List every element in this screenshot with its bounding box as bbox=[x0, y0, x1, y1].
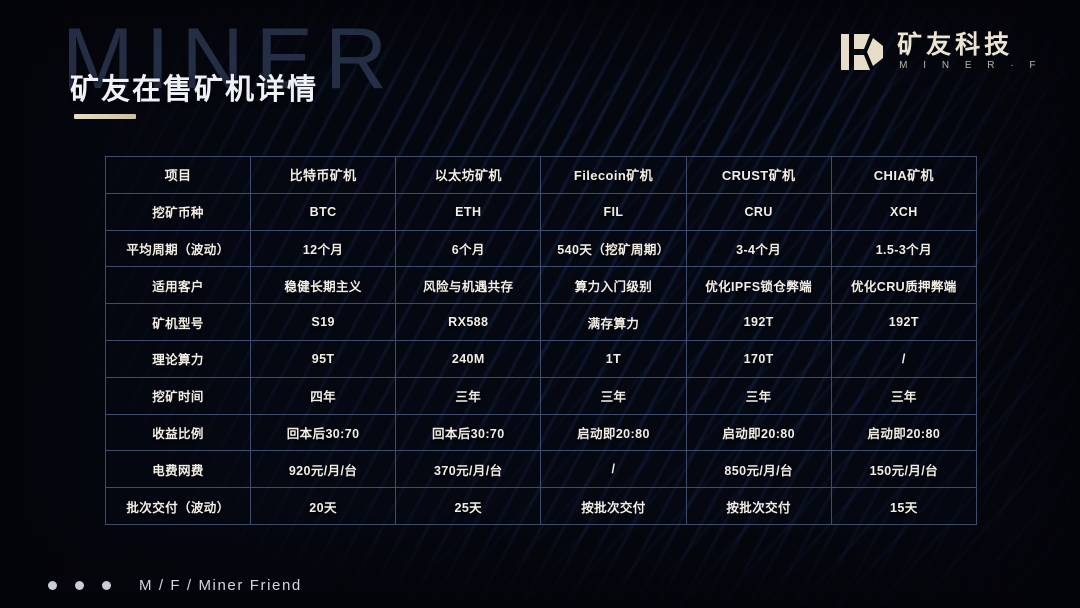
table-cell: 稳健长期主义 bbox=[249, 266, 397, 305]
row-label: 收益比例 bbox=[105, 413, 251, 452]
table-cell: RX588 bbox=[395, 303, 542, 341]
table-row: 理论算力 95T 240M 1T 170T / bbox=[105, 339, 977, 378]
column-header: 以太坊矿机 bbox=[395, 156, 542, 194]
brand-text-block: 矿友科技 M I N E R · F bbox=[897, 33, 1042, 71]
table-cell: 240M bbox=[395, 339, 542, 378]
row-label: 适用客户 bbox=[105, 266, 251, 305]
brand-name-cn: 矿友科技 bbox=[897, 31, 1014, 59]
column-header: 项目 bbox=[105, 156, 251, 194]
table-cell: 25天 bbox=[395, 487, 542, 525]
table-cell: 1.5-3个月 bbox=[830, 229, 977, 268]
table-cell: 回本后30:70 bbox=[395, 413, 542, 452]
table-cell: 540天（挖矿周期） bbox=[540, 229, 687, 268]
table-cell: 风险与机遇共存 bbox=[395, 266, 542, 305]
column-header: Filecoin矿机 bbox=[540, 156, 687, 194]
table-cell: 启动即20:80 bbox=[830, 413, 977, 452]
table-cell: 按批次交付 bbox=[685, 487, 832, 525]
table-cell: 四年 bbox=[249, 376, 397, 415]
row-label: 批次交付（波动） bbox=[105, 487, 251, 525]
row-label: 电费网费 bbox=[105, 450, 251, 489]
table-cell: S19 bbox=[249, 303, 397, 341]
table-cell: 算力入门级别 bbox=[540, 266, 687, 305]
brand-logo: 矿友科技 M I N E R · F bbox=[840, 28, 1042, 76]
table-cell: CRU bbox=[685, 192, 832, 231]
column-header: 比特币矿机 bbox=[249, 156, 397, 194]
table-cell: ETH bbox=[395, 192, 542, 231]
row-label: 理论算力 bbox=[105, 339, 251, 378]
table-row: 挖矿币种 BTC ETH FIL CRU XCH bbox=[105, 192, 977, 231]
table-cell: 启动即20:80 bbox=[685, 413, 832, 452]
table-row: 收益比例 回本后30:70 回本后30:70 启动即20:80 启动即20:80 启动即2… bbox=[105, 413, 977, 452]
table-row: 电费网费 920元/月/台 370元/月/台/850元/月/台 150元/月/台 bbox=[105, 450, 977, 489]
table-cell: 三年 bbox=[685, 376, 832, 415]
table-cell: 15天 bbox=[830, 487, 977, 525]
table-cell: 20天 bbox=[249, 487, 397, 525]
row-label: 平均周期（波动） bbox=[105, 229, 251, 268]
column-header: CHIA矿机 bbox=[830, 156, 977, 194]
table-cell: 三年 bbox=[830, 376, 977, 415]
table-header-row: 项目 比特币矿机 以太坊矿机 Filecoin矿机 CRUST矿机 CHIA矿机 bbox=[105, 156, 977, 194]
table-cell: 192T bbox=[685, 303, 832, 341]
table-cell: 12个月 bbox=[249, 229, 397, 268]
table-cell: 满存算力 bbox=[540, 303, 687, 341]
table-cell: 192T bbox=[830, 303, 977, 341]
title-underline-rule bbox=[74, 114, 136, 119]
table-cell: / bbox=[540, 450, 687, 489]
table-row: 适用客户 稳健长期主义 风险与机遇共存 算力入门级别 优化IPFS锁仓弊端 优化CRU质押… bbox=[105, 266, 977, 305]
table-row: 矿机型号 S19 RX588 满存算力 192T 192T bbox=[105, 303, 977, 341]
footer-label: M / F / Miner Friend bbox=[139, 577, 302, 594]
row-label: 矿机型号 bbox=[105, 303, 251, 341]
row-label: 挖矿时间 bbox=[105, 376, 251, 415]
page-title: 矿友在售矿机详情 bbox=[70, 74, 319, 106]
table-cell: / bbox=[830, 339, 977, 378]
table-row: 挖矿时间 四年 三年 三年 三年 三年 bbox=[105, 376, 977, 415]
footer-dot bbox=[48, 581, 57, 590]
table-row: 批次交付（波动） 20天 25天 按批次交付 按批次交付 15天 bbox=[105, 487, 977, 525]
table-cell: 优化CRU质押弊端 bbox=[830, 266, 977, 305]
table-cell: 6个月 bbox=[395, 229, 542, 268]
row-label: 挖矿币种 bbox=[105, 192, 251, 231]
footer-dots bbox=[48, 581, 111, 590]
table-cell: 370元/月/台 bbox=[395, 450, 542, 489]
table-cell: 1T bbox=[540, 339, 687, 378]
table-cell: 按批次交付 bbox=[540, 487, 687, 525]
table-row: 平均周期（波动） 12个月 6个月 540天（挖矿周期） 3-4个月 1.5-3个月 bbox=[105, 229, 977, 268]
table-cell: 170T bbox=[685, 339, 832, 378]
table-cell: 95T bbox=[249, 339, 397, 378]
table-cell: BTC bbox=[249, 192, 397, 231]
table-cell: 850元/月/台 bbox=[685, 450, 832, 489]
table-cell: 优化IPFS锁仓弊端 bbox=[685, 266, 832, 305]
table-cell: XCH bbox=[830, 192, 977, 231]
hexagon-k-icon bbox=[841, 34, 884, 70]
table-cell: 920元/月/台 bbox=[249, 450, 397, 489]
brand-name-en: M I N E R · F bbox=[899, 60, 1042, 71]
table-cell: FIL bbox=[540, 192, 687, 231]
table-cell: 150元/月/台 bbox=[830, 450, 977, 489]
table-cell: 三年 bbox=[540, 376, 687, 415]
column-header: CRUST矿机 bbox=[685, 156, 832, 194]
slide-canvas: MINER 矿友在售矿机详情 矿友科技 M I N E R · F 项目 比特币矿… bbox=[0, 0, 1080, 608]
table-cell: 三年 bbox=[395, 376, 542, 415]
mining-machine-spec-table: 项目 比特币矿机 以太坊矿机 Filecoin矿机 CRUST矿机 CHIA矿机 挖矿币种 B… bbox=[105, 156, 977, 525]
footer: M / F / Miner Friend bbox=[48, 577, 302, 594]
footer-dot bbox=[75, 581, 84, 590]
table-cell: 回本后30:70 bbox=[249, 413, 397, 452]
footer-dot bbox=[102, 581, 111, 590]
table-cell: 启动即20:80 bbox=[540, 413, 687, 452]
table-cell: 3-4个月 bbox=[685, 229, 832, 268]
